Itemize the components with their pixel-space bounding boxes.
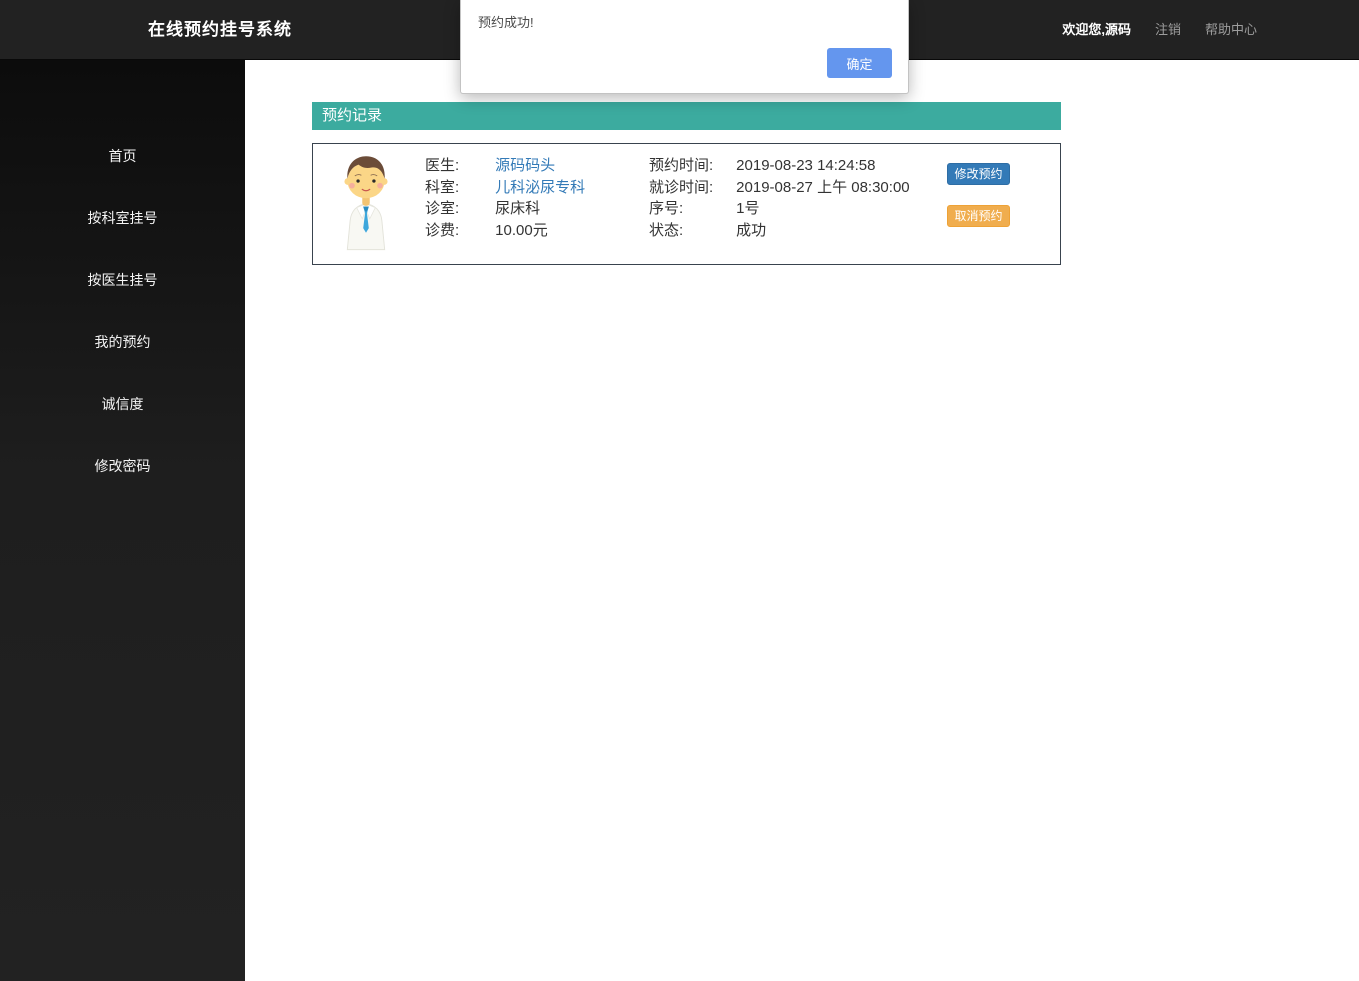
status-value: 成功: [736, 221, 767, 239]
panel-title: 预约记录: [312, 102, 1061, 130]
appointment-records-panel: 预约记录 医生: 源码码头 科室: 儿科泌尿专科 诊室: 尿床科 诊费: 10.…: [312, 102, 1061, 265]
booked-time-row: 预约时间: 2019-08-23 14:24:58: [649, 155, 910, 177]
modify-appointment-button[interactable]: 修改预约: [947, 163, 1010, 185]
doctor-avatar-image: [338, 152, 394, 252]
app-title[interactable]: 在线预约挂号系统: [148, 0, 292, 60]
record-fields-right: 预约时间: 2019-08-23 14:24:58 就诊时间: 2019-08-…: [649, 155, 910, 241]
department-link[interactable]: 儿科泌尿专科: [495, 179, 585, 196]
alert-confirm-button[interactable]: 确定: [827, 48, 892, 78]
alert-message: 预约成功!: [478, 15, 534, 30]
serial-number-value: 1号: [736, 200, 760, 217]
alert-dialog: 预约成功! 确定: [460, 0, 909, 94]
help-center-link[interactable]: 帮助中心: [1205, 0, 1257, 60]
sidebar-item-my-appointments[interactable]: 我的预约: [0, 311, 245, 373]
serial-number-row: 序号: 1号: [649, 198, 910, 220]
sidebar-menu: 首页 按科室挂号 按医生挂号 我的预约 诚信度 修改密码: [0, 60, 245, 497]
visit-time-value: 2019-08-27 上午 08:30:00: [736, 178, 910, 196]
status-row: 状态: 成功: [649, 220, 910, 242]
room-label: 诊室:: [425, 200, 460, 217]
sidebar-item-register-by-doctor[interactable]: 按医生挂号: [0, 249, 245, 311]
status-label: 状态:: [649, 221, 684, 239]
sidebar-item-home[interactable]: 首页: [0, 125, 245, 187]
logout-link[interactable]: 注销: [1155, 0, 1181, 60]
visit-time-row: 就诊时间: 2019-08-27 上午 08:30:00: [649, 177, 910, 199]
fee-value: 10.00元: [495, 221, 548, 239]
sidebar-item-change-password[interactable]: 修改密码: [0, 435, 245, 497]
serial-number-label: 序号:: [649, 200, 684, 217]
sidebar: 首页 按科室挂号 按医生挂号 我的预约 诚信度 修改密码: [0, 60, 245, 981]
doctor-row: 医生: 源码码头: [425, 155, 585, 177]
fee-label: 诊费:: [425, 221, 460, 239]
room-value: 尿床科: [495, 200, 541, 217]
booked-time-label: 预约时间:: [649, 157, 714, 174]
sidebar-item-credit[interactable]: 诚信度: [0, 373, 245, 435]
booked-time-value: 2019-08-23 14:24:58: [736, 157, 876, 174]
cancel-appointment-button[interactable]: 取消预约: [947, 205, 1010, 227]
record-fields-left: 医生: 源码码头 科室: 儿科泌尿专科 诊室: 尿床科 诊费: 10.00元: [425, 155, 585, 241]
department-label: 科室:: [425, 178, 460, 196]
doctor-link[interactable]: 源码码头: [495, 157, 555, 174]
visit-time-label: 就诊时间:: [649, 178, 714, 196]
fee-row: 诊费: 10.00元: [425, 220, 585, 242]
sidebar-item-register-by-department[interactable]: 按科室挂号: [0, 187, 245, 249]
department-row: 科室: 儿科泌尿专科: [425, 177, 585, 199]
record-actions: 修改预约 取消预约: [947, 163, 1013, 227]
appointment-record-card: 医生: 源码码头 科室: 儿科泌尿专科 诊室: 尿床科 诊费: 10.00元 预…: [312, 143, 1061, 265]
topbar-right: 欢迎您,源码 注销 帮助中心: [1062, 0, 1257, 60]
welcome-user-text: 欢迎您,源码: [1062, 22, 1131, 37]
room-row: 诊室: 尿床科: [425, 198, 585, 220]
doctor-label: 医生:: [425, 157, 460, 174]
